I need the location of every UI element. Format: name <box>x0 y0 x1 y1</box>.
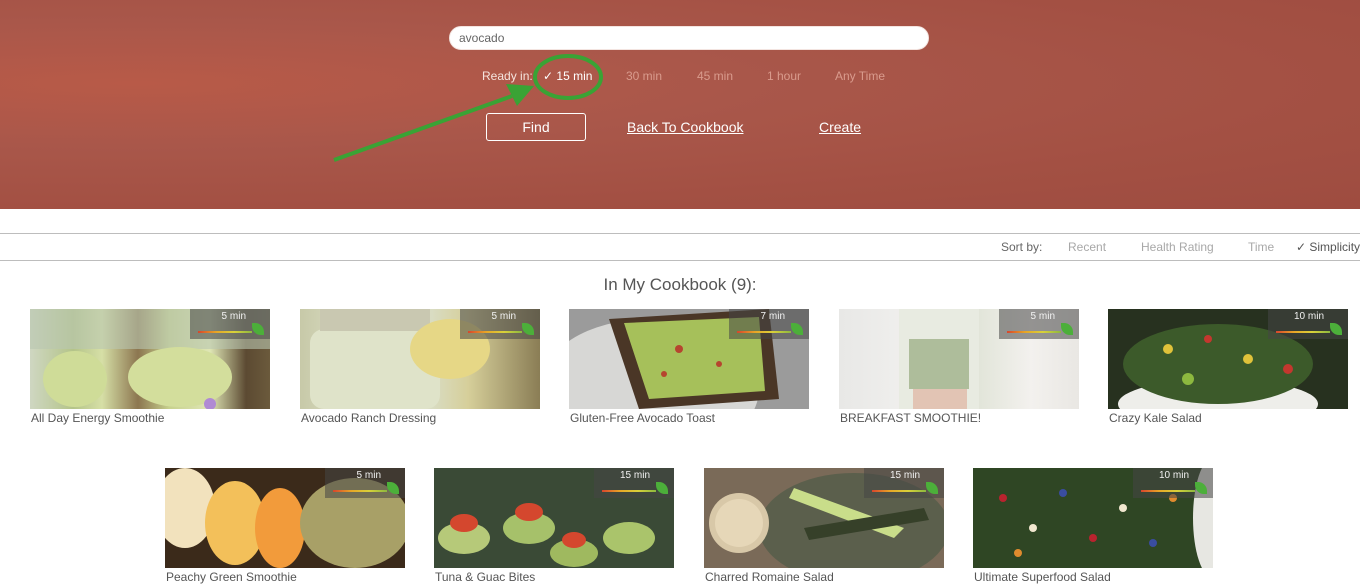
time-badge: 5 min <box>325 468 405 498</box>
back-to-cookbook-link[interactable]: Back To Cookbook <box>627 119 743 135</box>
leaf-icon <box>1061 323 1073 335</box>
recipe-time: 5 min <box>491 311 516 322</box>
health-rating-bar <box>1141 490 1195 492</box>
find-button[interactable]: Find <box>486 113 586 141</box>
time-badge: 7 min <box>729 309 809 339</box>
time-option-45-min[interactable]: 45 min <box>697 69 733 83</box>
recipe-name: Crazy Kale Salad <box>1109 411 1202 425</box>
time-badge: 15 min <box>594 468 674 498</box>
search-hero: Ready in: ✓ 15 min 30 min 45 min 1 hour … <box>0 0 1360 209</box>
health-rating-bar <box>872 490 926 492</box>
time-badge: 5 min <box>460 309 540 339</box>
recipe-name: All Day Energy Smoothie <box>31 411 165 425</box>
health-rating-bar <box>602 490 656 492</box>
sort-by-label: Sort by: <box>1001 240 1043 254</box>
sort-bar: Sort by: Recent Health Rating Time ✓ Sim… <box>0 233 1360 261</box>
time-option-1-hour[interactable]: 1 hour <box>767 69 801 83</box>
leaf-icon <box>252 323 264 335</box>
leaf-icon <box>1195 482 1207 494</box>
recipe-time: 10 min <box>1293 311 1324 322</box>
recipe-time: 5 min <box>356 470 381 481</box>
recipe-card[interactable]: 15 min Tuna & Guac Bites <box>434 468 674 586</box>
time-badge: 5 min <box>999 309 1079 339</box>
recipe-card[interactable]: 7 min Gluten-Free Avocado Toast <box>569 309 809 429</box>
recipe-card[interactable]: 5 min Peachy Green Smoothie <box>165 468 405 586</box>
health-rating-bar <box>1276 331 1330 333</box>
health-rating-bar <box>737 331 791 333</box>
health-rating-bar <box>468 331 522 333</box>
leaf-icon <box>791 323 803 335</box>
create-link[interactable]: Create <box>819 119 861 135</box>
ready-in-label: Ready in: <box>482 69 533 83</box>
sort-option-simplicity[interactable]: ✓ Simplicity <box>1296 240 1360 254</box>
section-title: In My Cookbook (9): <box>603 275 757 294</box>
recipe-card[interactable]: 5 min BREAKFAST SMOOTHIE! <box>839 309 1079 429</box>
recipe-card[interactable]: 10 min Crazy Kale Salad <box>1108 309 1348 429</box>
sort-option-health-rating[interactable]: Health Rating <box>1141 240 1214 254</box>
search-input[interactable] <box>449 26 929 50</box>
time-badge: 15 min <box>864 468 944 498</box>
leaf-icon <box>522 323 534 335</box>
recipe-name: Peachy Green Smoothie <box>166 570 297 584</box>
recipe-card[interactable]: 5 min Avocado Ranch Dressing <box>300 309 540 429</box>
time-badge: 10 min <box>1133 468 1213 498</box>
recipe-time: 7 min <box>760 311 785 322</box>
recipe-name: Tuna & Guac Bites <box>435 570 536 584</box>
recipe-name: Ultimate Superfood Salad <box>974 570 1111 584</box>
recipe-card[interactable]: 10 min Ultimate Superfood Salad <box>973 468 1213 586</box>
leaf-icon <box>926 482 938 494</box>
recipe-card[interactable]: 5 min All Day Energy Smoothie <box>30 309 270 429</box>
health-rating-bar <box>333 490 387 492</box>
time-option-any-time[interactable]: Any Time <box>835 69 885 83</box>
leaf-icon <box>387 482 399 494</box>
recipe-time: 10 min <box>1158 470 1189 481</box>
sort-option-recent[interactable]: Recent <box>1068 240 1106 254</box>
recipe-card[interactable]: 15 min Charred Romaine Salad <box>704 468 944 586</box>
recipe-time: 15 min <box>889 470 920 481</box>
health-rating-bar <box>1007 331 1061 333</box>
leaf-icon <box>656 482 668 494</box>
sort-option-time[interactable]: Time <box>1248 240 1274 254</box>
time-badge: 10 min <box>1268 309 1348 339</box>
time-option-30-min[interactable]: 30 min <box>626 69 662 83</box>
time-badge: 5 min <box>190 309 270 339</box>
recipe-name: BREAKFAST SMOOTHIE! <box>840 411 982 425</box>
recipe-name: Gluten-Free Avocado Toast <box>570 411 715 425</box>
recipe-time: 5 min <box>221 311 246 322</box>
recipe-time: 5 min <box>1030 311 1055 322</box>
leaf-icon <box>1330 323 1342 335</box>
recipe-name: Avocado Ranch Dressing <box>301 411 437 425</box>
recipe-name: Charred Romaine Salad <box>705 570 834 584</box>
recipe-time: 15 min <box>619 470 650 481</box>
time-option-15-min[interactable]: ✓ 15 min <box>543 69 592 83</box>
health-rating-bar <box>198 331 252 333</box>
